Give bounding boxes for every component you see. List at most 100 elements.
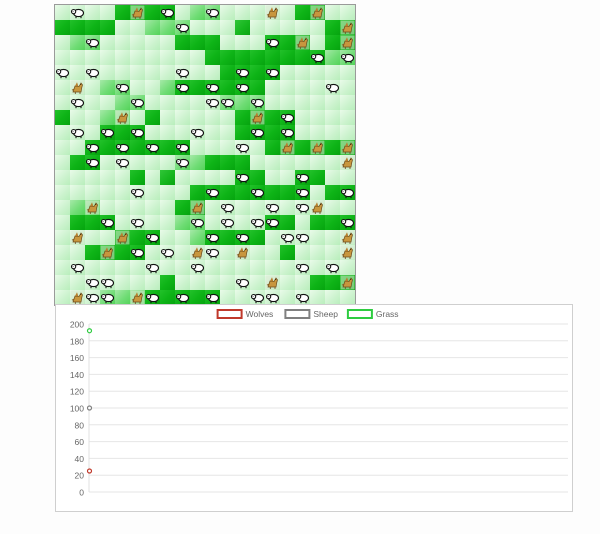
grid-cell-wolf (70, 80, 85, 95)
grid-cell-sheep (205, 290, 220, 305)
grid-cell-grass (145, 20, 160, 35)
grid-cell-grass (160, 170, 175, 185)
grid-cell-grass (145, 125, 160, 140)
grid-cell-sheep (70, 95, 85, 110)
wolf-icon (250, 110, 265, 125)
grid-cell-grass (100, 5, 115, 20)
grid-cell-grass (55, 185, 70, 200)
grid-cell-wolf (340, 35, 355, 50)
grid-cell-grass (115, 245, 130, 260)
grid-cell-grass (310, 110, 325, 125)
sheep-icon (160, 8, 175, 19)
grid-cell-sheep (340, 185, 355, 200)
grid-cell-grass (340, 65, 355, 80)
grid-cell-grass (250, 155, 265, 170)
sheep-icon (250, 293, 265, 304)
grid-cell-grass (220, 290, 235, 305)
grid-cell-grass (220, 20, 235, 35)
sheep-icon (175, 158, 190, 169)
grid-cell-grass (175, 230, 190, 245)
sheep-icon (55, 68, 70, 79)
grid-cell-grass (325, 5, 340, 20)
grid-cell-grass (160, 110, 175, 125)
population-chart-panel: 200 180 160 140 120 100 80 60 40 20 0 Wolves Sheep Gr… (55, 304, 573, 512)
grid-cell-grass (325, 125, 340, 140)
grid-cell-grass (160, 95, 175, 110)
grid-cell-grass (115, 35, 130, 50)
grid-cell-grass (190, 65, 205, 80)
predator-prey-simulation: 200 180 160 140 120 100 80 60 40 20 0 Wolves Sheep Gr… (0, 0, 600, 534)
grid-cell-grass (295, 110, 310, 125)
grid-cell-grass (235, 125, 250, 140)
grid-cell-sheep (100, 125, 115, 140)
sheep-icon (250, 218, 265, 229)
wolf-icon (295, 35, 310, 50)
grid-cell-grass (100, 170, 115, 185)
grid-cell-grass (205, 170, 220, 185)
grid-cell-sheep (115, 155, 130, 170)
grid-cell-grass (265, 185, 280, 200)
grid-cell-grass (115, 20, 130, 35)
sheep-icon (130, 218, 145, 229)
grid-cell-grass (145, 215, 160, 230)
grid-cell-sheep (265, 65, 280, 80)
grid-cell-grass (160, 65, 175, 80)
grid-cell-grass (325, 230, 340, 245)
sheep-icon (145, 233, 160, 244)
sheep-icon (70, 98, 85, 109)
grid-cell-sheep (220, 200, 235, 215)
grid-cell-grass (220, 50, 235, 65)
grid-cell-grass (145, 185, 160, 200)
sheep-icon (115, 143, 130, 154)
grid-cell-sheep (250, 215, 265, 230)
sheep-icon (175, 83, 190, 94)
y-tick-label: 40 (75, 454, 85, 464)
grid-cell-grass (205, 65, 220, 80)
grid-cell-grass (85, 215, 100, 230)
grid-cell-wolf (310, 5, 325, 20)
sheep-icon (70, 128, 85, 139)
grid-cell-grass (175, 35, 190, 50)
grid-cell-grass (85, 260, 100, 275)
grid-cell-grass (265, 230, 280, 245)
grid-cell-grass (130, 65, 145, 80)
grid-cell-grass (250, 50, 265, 65)
grid-cell-grass (85, 80, 100, 95)
grid-cell-grass (280, 95, 295, 110)
grid-cell-grass (100, 20, 115, 35)
grid-cell-grass (220, 260, 235, 275)
sheep-icon (235, 173, 250, 184)
grid-cell-wolf (340, 230, 355, 245)
grid-cell-grass (130, 155, 145, 170)
grid-cell-grass (175, 260, 190, 275)
wolf-icon (130, 5, 145, 20)
grid-cell-sheep (235, 140, 250, 155)
grid-cell-sheep (85, 290, 100, 305)
grid-cell-grass (250, 245, 265, 260)
grid-cell-grass (130, 260, 145, 275)
grid-cell-sheep (250, 125, 265, 140)
grid-cell-sheep (55, 65, 70, 80)
population-chart: 200180160140120100806040200Wolves Sheep Gr… (70, 309, 568, 498)
grid-cell-grass (325, 50, 340, 65)
grid-cell-grass (265, 125, 280, 140)
grid-cell-grass (340, 260, 355, 275)
grid-cell-sheep (265, 200, 280, 215)
grid-cell-grass (145, 50, 160, 65)
grid-cell-grass (310, 95, 325, 110)
grid-cell-grass (130, 140, 145, 155)
sheep-icon (205, 188, 220, 199)
grid-cell-grass (100, 65, 115, 80)
grid-cell-grass (160, 185, 175, 200)
grid-cell-grass (130, 20, 145, 35)
grid-cell-grass (220, 245, 235, 260)
grid-cell-grass (295, 125, 310, 140)
grid-cell-grass (310, 35, 325, 50)
grid-cell-grass (265, 260, 280, 275)
sheep-icon (325, 263, 340, 274)
grid-cell-grass (115, 215, 130, 230)
grid-cell-sheep (115, 80, 130, 95)
grid-cell-sheep (130, 185, 145, 200)
grid-cell-grass (280, 50, 295, 65)
grid-cell-sheep (295, 230, 310, 245)
